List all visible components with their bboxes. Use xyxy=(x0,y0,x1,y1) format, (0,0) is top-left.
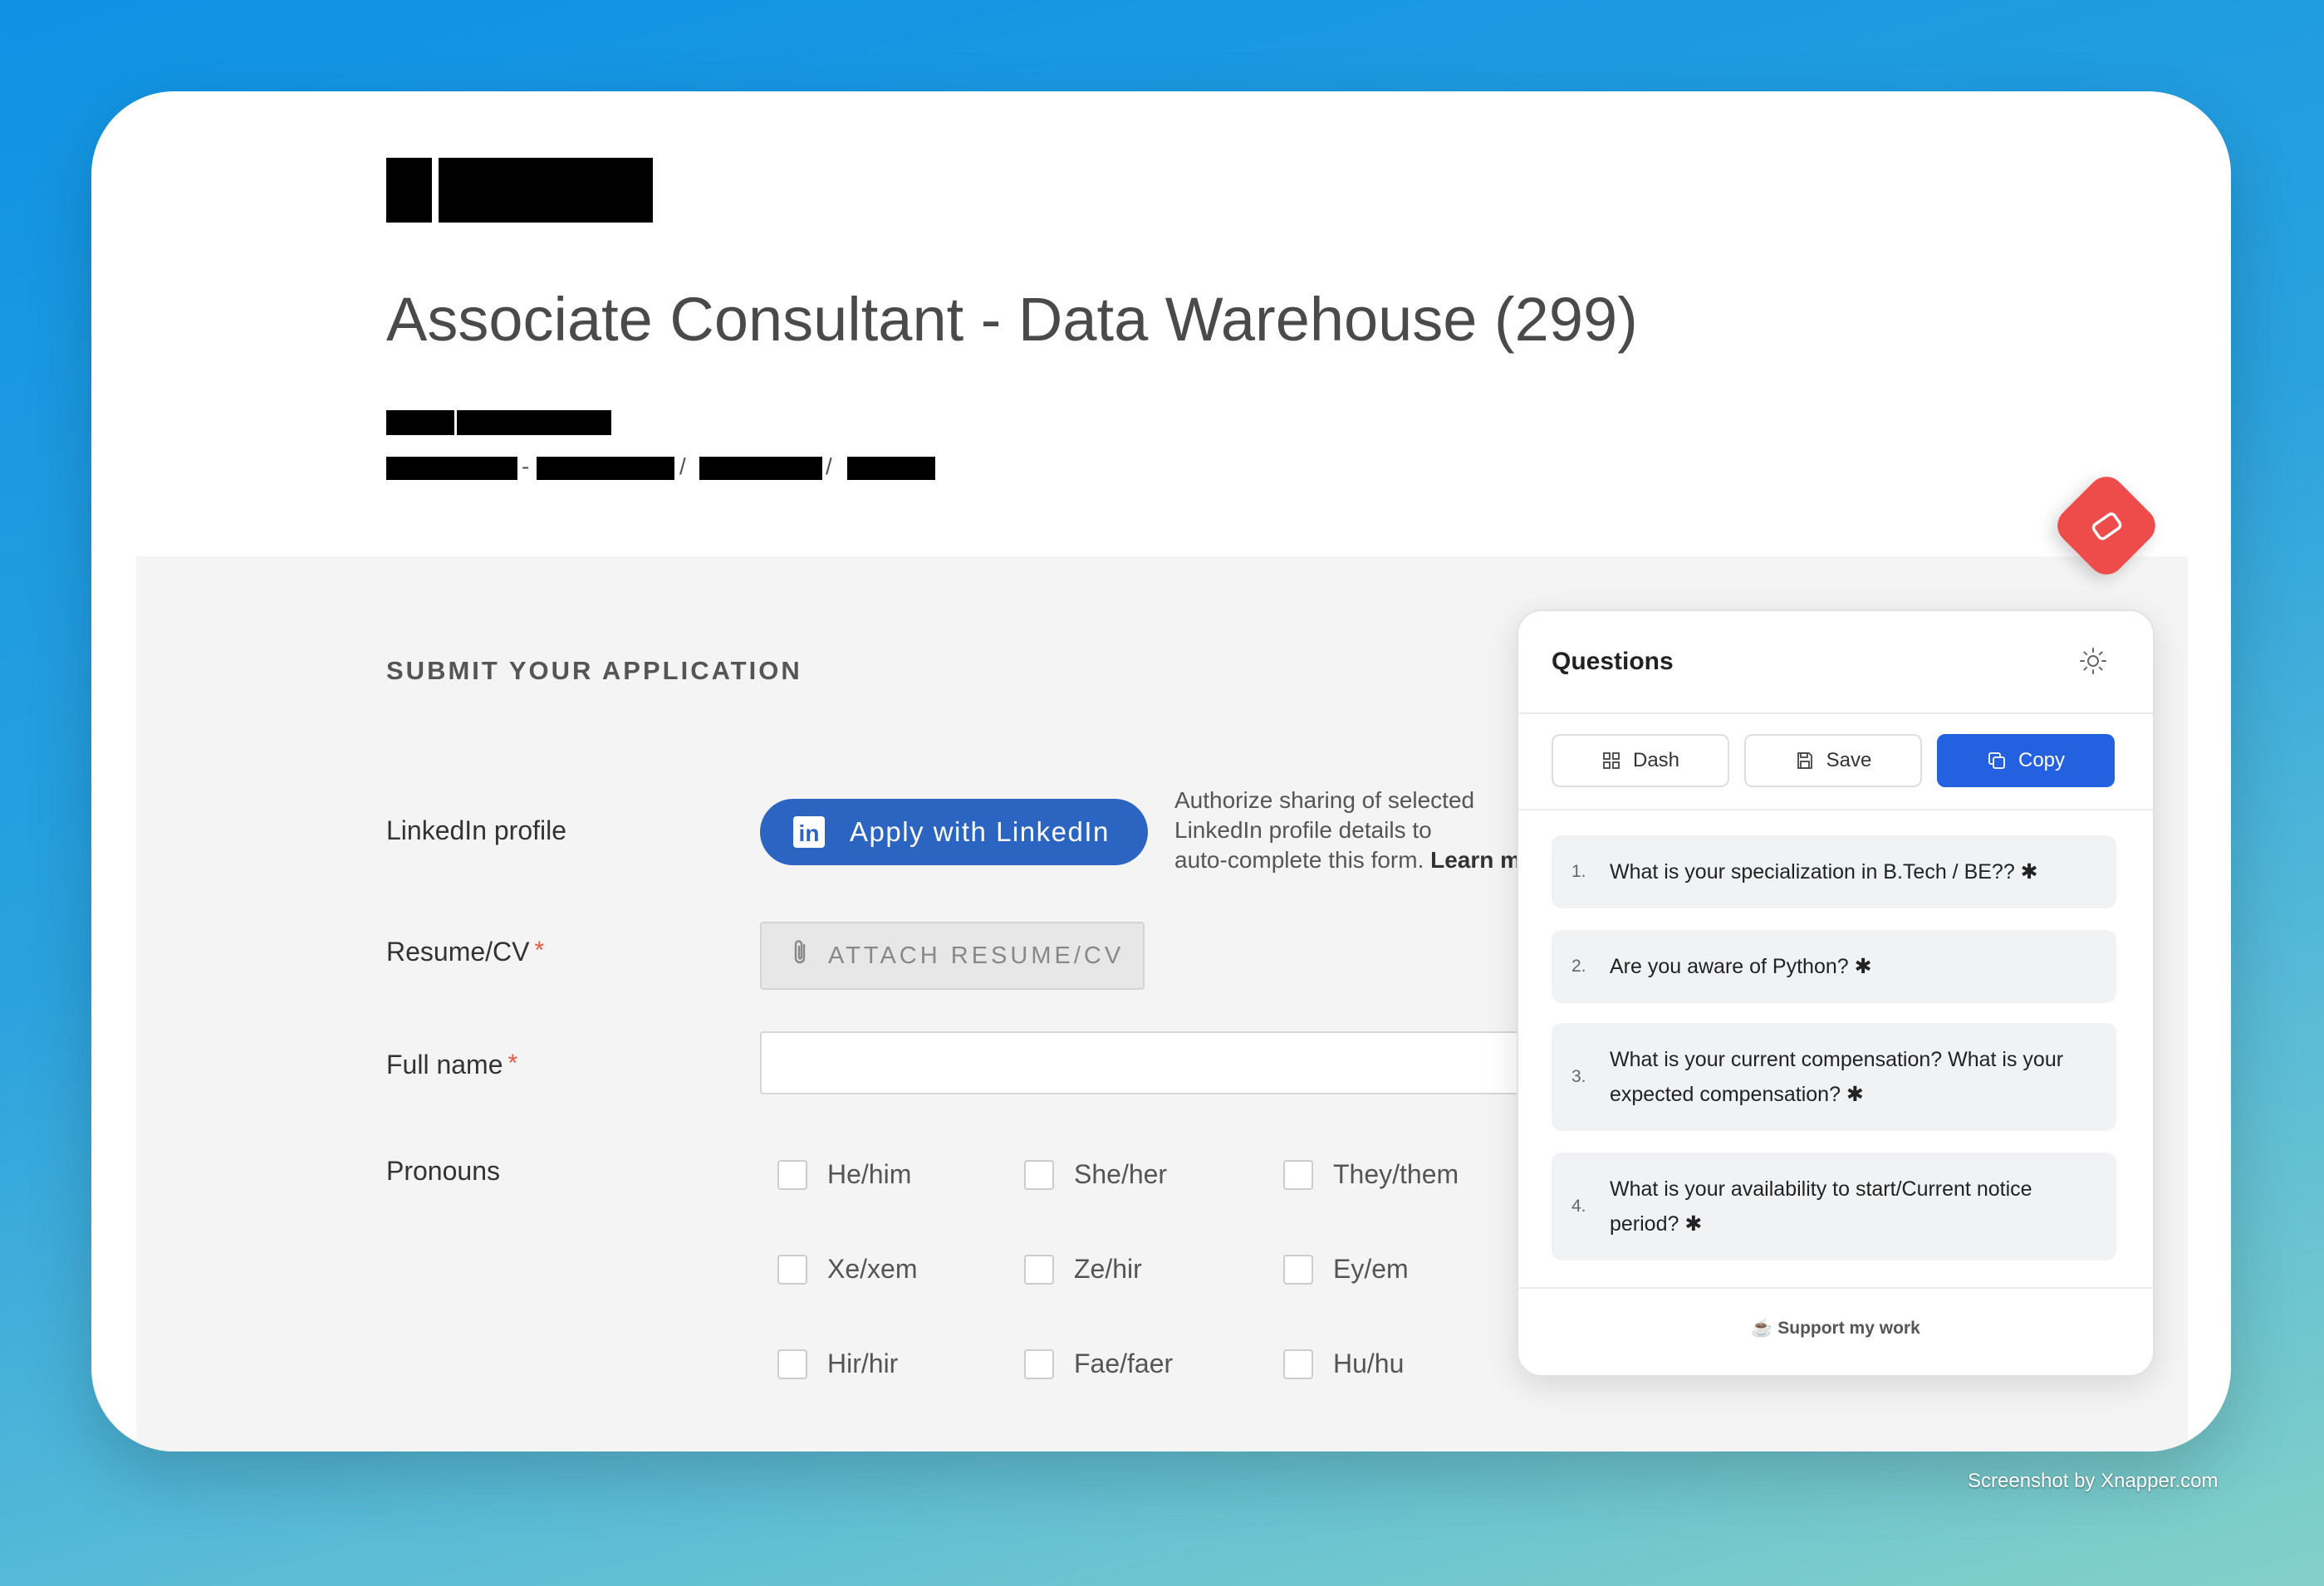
pronoun-option-ey-em[interactable]: Ey/em xyxy=(1283,1254,1409,1285)
checkbox[interactable] xyxy=(1024,1349,1054,1379)
checkbox[interactable] xyxy=(1283,1159,1313,1190)
pronouns-label: Pronouns xyxy=(386,1156,500,1186)
redacted-logo xyxy=(386,158,432,223)
required-mark: * xyxy=(534,937,545,964)
required-mark: * xyxy=(507,1050,518,1077)
panel-header: Questions xyxy=(1518,611,2153,714)
redacted-logo xyxy=(439,158,653,223)
learn-more-link[interactable]: Learn m xyxy=(1430,847,1521,873)
checkbox[interactable] xyxy=(777,1349,807,1379)
separator: / xyxy=(679,453,686,479)
tag-icon xyxy=(2091,512,2122,541)
support-link[interactable]: ☕ Support my work xyxy=(1518,1319,2153,1339)
separator: / xyxy=(826,453,832,479)
pronoun-option-hir-hir[interactable]: Hir/hir xyxy=(777,1349,898,1379)
question-item[interactable]: 4. What is your availability to start/Cu… xyxy=(1552,1153,2116,1260)
resume-label: Resume/CV * xyxy=(386,937,545,967)
checkbox[interactable] xyxy=(1283,1254,1313,1285)
checkbox[interactable] xyxy=(1283,1349,1313,1379)
section-title: SUBMIT YOUR APPLICATION xyxy=(386,656,802,685)
redacted-location xyxy=(386,457,517,480)
question-item[interactable]: 2. Are you aware of Python? ✱ xyxy=(1552,930,2116,1003)
copy-button[interactable]: Copy xyxy=(1937,734,2115,787)
separator: - xyxy=(522,453,530,479)
apply-with-linkedin-button[interactable]: in Apply with LinkedIn xyxy=(760,799,1148,865)
pronoun-option-fae-faer[interactable]: Fae/faer xyxy=(1024,1349,1173,1379)
paperclip-icon xyxy=(790,938,810,974)
pronoun-option-they-them[interactable]: They/them xyxy=(1283,1159,1459,1190)
redacted-company xyxy=(457,410,611,435)
full-name-label: Full name * xyxy=(386,1050,518,1079)
save-button[interactable]: Save xyxy=(1744,734,1922,787)
divider xyxy=(1518,1287,2153,1289)
attach-resume-button[interactable]: ATTACH RESUME/CV xyxy=(760,922,1145,990)
linkedin-icon: in xyxy=(793,816,825,848)
checkbox[interactable] xyxy=(1024,1254,1054,1285)
pronoun-option-xe-xem[interactable]: Xe/xem xyxy=(777,1254,917,1285)
pronoun-option-hu-hu[interactable]: Hu/hu xyxy=(1283,1349,1404,1379)
redacted-company xyxy=(386,410,454,435)
pronoun-option-she-her[interactable]: She/her xyxy=(1024,1159,1167,1190)
divider xyxy=(1518,809,2153,810)
checkbox[interactable] xyxy=(1024,1159,1054,1190)
floppy-icon xyxy=(1797,752,1812,769)
panel-title: Questions xyxy=(1552,648,1674,675)
redacted-location xyxy=(699,457,822,480)
copy-icon xyxy=(1988,752,2005,769)
checkbox[interactable] xyxy=(777,1254,807,1285)
pronoun-option-ze-hir[interactable]: Ze/hir xyxy=(1024,1254,1142,1285)
grid-icon xyxy=(1603,752,1620,769)
redacted-location xyxy=(847,457,935,480)
redacted-location xyxy=(537,457,674,480)
theme-toggle-icon[interactable] xyxy=(2076,644,2110,678)
pronoun-option-he-him[interactable]: He/him xyxy=(777,1159,911,1190)
question-item[interactable]: 1. What is your specialization in B.Tech… xyxy=(1552,835,2116,908)
linkedin-button-label: Apply with LinkedIn xyxy=(850,816,1110,847)
dash-button[interactable]: Dash xyxy=(1552,734,1729,787)
linkedin-label: LinkedIn profile xyxy=(386,815,567,845)
screenshot-credit: Screenshot by Xnapper.com xyxy=(1968,1470,2219,1492)
questions-panel: Questions Dash Save Copy 1. What is your… xyxy=(1517,609,2155,1377)
question-item[interactable]: 3. What is your current compensation? Wh… xyxy=(1552,1023,2116,1131)
checkbox[interactable] xyxy=(777,1159,807,1190)
job-title: Associate Consultant - Data Warehouse (2… xyxy=(386,285,1638,354)
full-name-input[interactable] xyxy=(760,1031,1591,1094)
